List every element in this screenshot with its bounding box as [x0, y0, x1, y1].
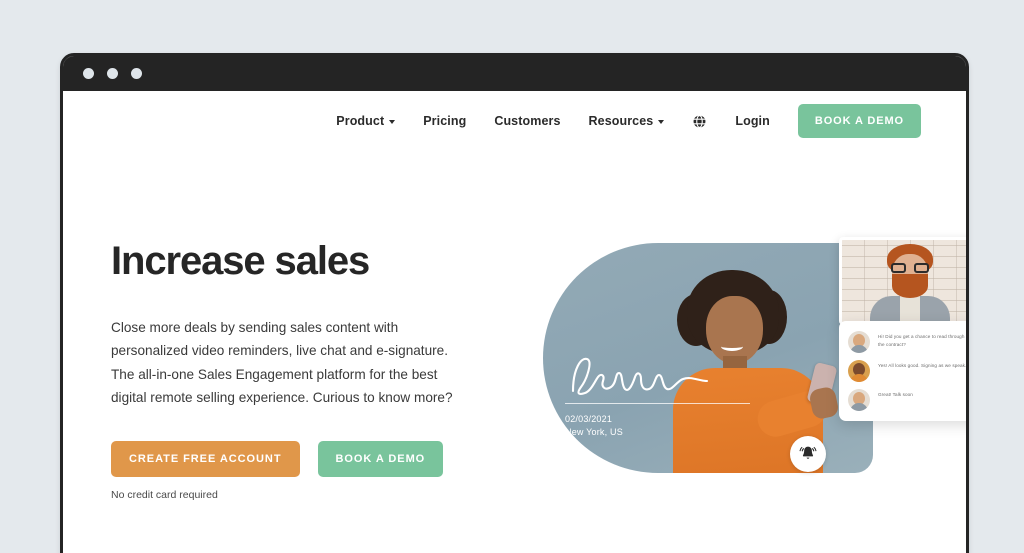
nav-item-resources[interactable]: Resources [589, 114, 665, 128]
avatar [848, 360, 870, 382]
chat-message-text: Great! Talk soon [878, 392, 913, 397]
list-item: Yes! All looks good. Signing as we speak… [848, 360, 967, 382]
chevron-down-icon [658, 120, 665, 124]
browser-titlebar [63, 56, 966, 91]
nav-item-pricing-label: Pricing [423, 114, 467, 128]
chat-thread-card: Hi! Did you get a chance to read through… [839, 321, 967, 421]
avatar [848, 389, 870, 411]
list-item: Great! Talk soon [848, 389, 966, 411]
hero-book-demo-button[interactable]: BOOK A DEMO [317, 440, 444, 477]
no-credit-card-note: No credit card required [111, 488, 218, 501]
nav-item-product-label: Product [336, 114, 385, 128]
hero-description: Close more deals by sending sales conten… [111, 320, 453, 406]
globe-icon[interactable] [692, 114, 707, 129]
chevron-down-icon [389, 120, 396, 124]
login-link[interactable]: Login [735, 114, 770, 128]
photo-location: New York, US [565, 427, 623, 438]
nav-item-customers[interactable]: Customers [494, 114, 560, 128]
nav-book-demo-button[interactable]: BOOK A DEMO [797, 104, 921, 138]
screenshot-stage: Product Pricing Customers Resources Logi… [0, 0, 1024, 553]
create-free-account-button[interactable]: CREATE FREE ACCOUNT [111, 440, 300, 477]
nav-item-resources-label: Resources [588, 114, 654, 128]
photo-meta: 02/03/2021 New York, US [565, 413, 623, 439]
chat-message-text: Yes! All looks good. Signing as we speak… [878, 363, 967, 368]
nav-item-product[interactable]: Product [336, 114, 396, 128]
minimize-dot[interactable] [107, 68, 118, 79]
close-dot[interactable] [83, 68, 94, 79]
browser-window: Product Pricing Customers Resources Logi… [60, 53, 969, 553]
bell-notification-icon[interactable] [790, 436, 826, 472]
nav-item-pricing[interactable]: Pricing [423, 114, 466, 128]
hero-media-composition: 02/03/2021 New York, US Hi! Did you get … [543, 237, 966, 473]
page-content: Product Pricing Customers Resources Logi… [63, 91, 966, 553]
signature-rule [565, 403, 750, 404]
hero-text-block: Increase sales Close more deals by sendi… [111, 239, 511, 501]
photo-date: 02/03/2021 [565, 414, 613, 424]
avatar [848, 331, 870, 353]
video-call-panel [839, 237, 966, 325]
script-signature [571, 357, 709, 395]
nav-item-customers-label: Customers [494, 114, 561, 128]
hero-cta-row: CREATE FREE ACCOUNT BOOK A DEMO [111, 440, 511, 477]
login-label: Login [735, 114, 770, 128]
chat-message-text: Hi! Did you get a chance to read through… [878, 334, 965, 347]
main-navigation: Product Pricing Customers Resources Logi… [336, 104, 921, 138]
maximize-dot[interactable] [131, 68, 142, 79]
hero-photo-blob: 02/03/2021 New York, US [543, 243, 873, 473]
page-title: Increase sales [111, 239, 370, 283]
list-item: Hi! Did you get a chance to read through… [848, 331, 966, 353]
